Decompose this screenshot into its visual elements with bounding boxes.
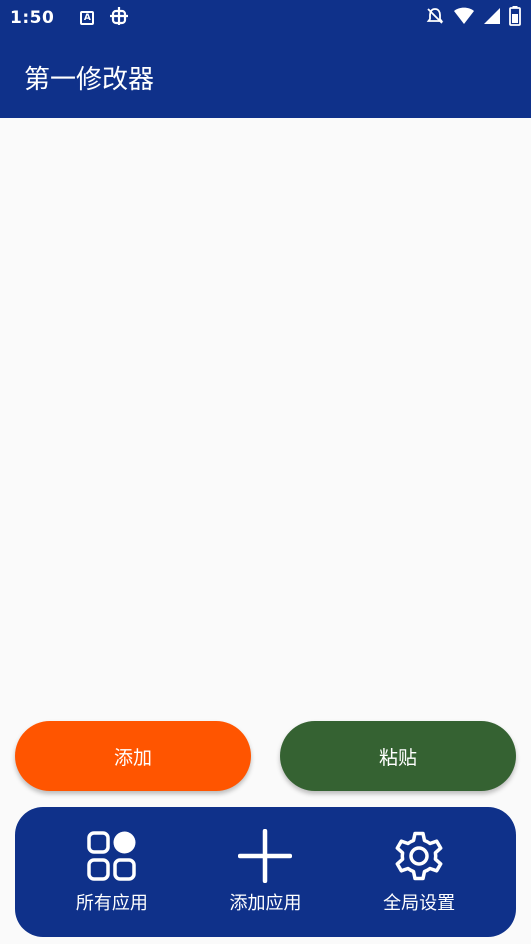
- wifi-icon: [453, 7, 475, 29]
- paste-button[interactable]: 粘贴: [280, 721, 516, 791]
- bug-icon: [108, 5, 130, 31]
- nav-label: 全局设置: [383, 893, 456, 914]
- apps-grid-icon: [87, 831, 136, 881]
- battery-icon: [509, 6, 521, 30]
- app-list-area: [0, 118, 531, 708]
- nav-label: 添加应用: [229, 893, 302, 914]
- bell-off-icon: [425, 6, 445, 30]
- gear-icon: [395, 831, 443, 881]
- page-title: 第一修改器: [24, 64, 155, 95]
- text-a-icon: A: [80, 11, 95, 25]
- app-bar: 第一修改器: [0, 36, 531, 118]
- nav-label: 所有应用: [75, 893, 148, 914]
- status-bar: 1:50 A: [0, 0, 531, 36]
- status-left: 1:50 A: [10, 5, 130, 31]
- plus-icon: [238, 829, 293, 883]
- bottom-nav: 所有应用 添加应用 全局设置: [15, 807, 516, 937]
- nav-item-global-settings[interactable]: 全局设置: [349, 829, 489, 915]
- status-right: [425, 6, 521, 30]
- cell-signal-icon: [483, 7, 501, 29]
- nav-item-all-apps[interactable]: 所有应用: [42, 829, 182, 915]
- add-button[interactable]: 添加: [15, 721, 251, 791]
- nav-item-add-app[interactable]: 添加应用: [195, 829, 335, 915]
- status-time: 1:50: [10, 8, 55, 28]
